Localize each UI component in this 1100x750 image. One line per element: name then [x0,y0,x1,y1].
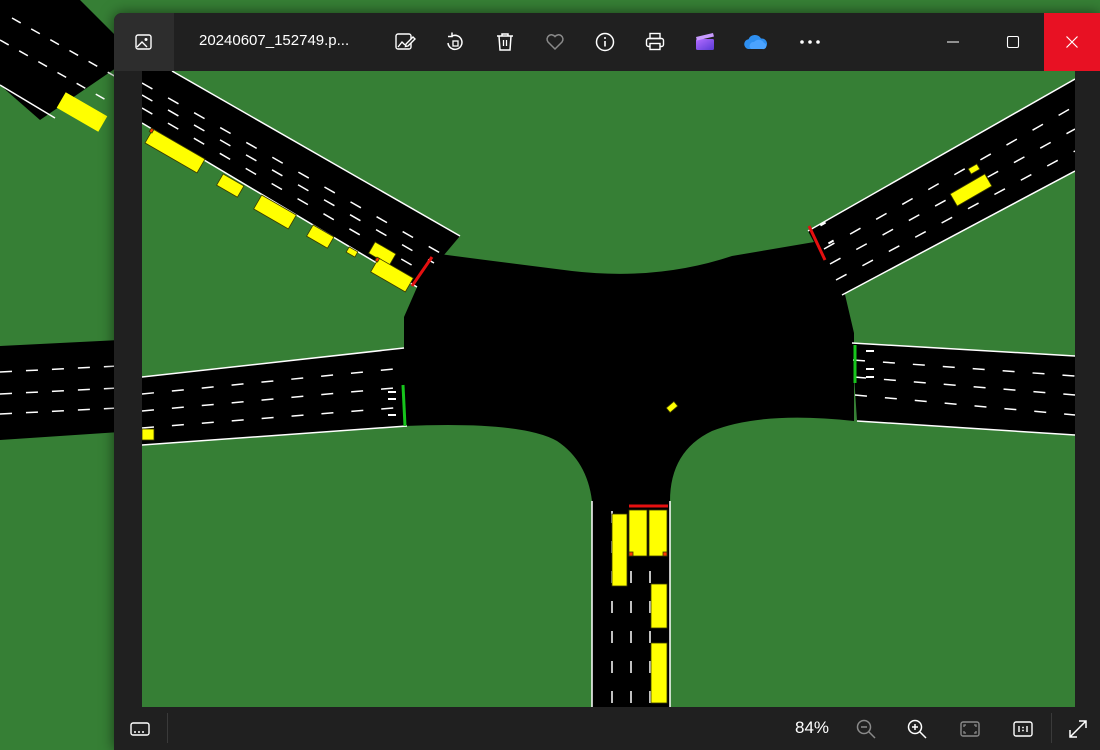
filmstrip-icon [130,722,150,736]
close-icon [1066,36,1078,48]
zoom-out-icon [856,719,876,739]
vehicle-car-south-4 [650,583,668,629]
road-east [852,343,1075,435]
minimize-button[interactable] [925,13,981,71]
more-icon [800,40,820,44]
more-options-button[interactable] [792,24,828,60]
maximize-button[interactable] [985,13,1041,71]
status-separator [1051,713,1052,743]
zoom-in-button[interactable] [899,712,935,746]
vehicle-car-west [142,428,155,441]
filmstrip-button[interactable] [122,712,158,746]
edit-image-icon [395,33,416,50]
heart-icon [546,34,564,51]
image-canvas[interactable] [142,71,1075,707]
background-road-west [0,340,120,440]
onedrive-button[interactable] [737,24,773,60]
zoom-in-icon [907,719,927,739]
file-name: 20240607_152749.p... [199,32,350,49]
rotate-button[interactable] [437,24,473,60]
printer-icon [645,32,665,51]
actual-size-button[interactable] [1005,712,1041,746]
print-button[interactable] [637,24,673,60]
vehicle-bus-south-5 [650,642,668,704]
actual-size-icon [1013,721,1033,737]
zoom-out-button[interactable] [848,712,884,746]
trash-icon [497,33,513,51]
title-bar: 20240607_152749.p... [114,13,1100,71]
info-icon [595,32,615,52]
vehicle-truck-south-2 [628,509,648,557]
signal-green-west [401,384,407,427]
fullscreen-button[interactable] [1060,712,1096,746]
fullscreen-icon [1069,720,1087,738]
rotate-icon [447,32,463,51]
close-button[interactable] [1044,13,1100,71]
photos-app-icon[interactable] [114,13,174,71]
favorite-button[interactable] [537,24,573,60]
cloud-icon [744,34,768,50]
fit-to-window-icon [960,721,980,737]
edit-image-button[interactable] [387,24,423,60]
status-bar: 84% [114,707,1100,750]
traffic-intersection-image [142,71,1075,707]
clipchamp-button[interactable] [687,24,723,60]
photos-viewer-window: 20240607_152749.p... 84% [114,13,1100,750]
status-separator [167,713,168,743]
fit-to-window-button[interactable] [952,712,988,746]
delete-button[interactable] [487,24,523,60]
vehicle-truck-south-3 [648,509,668,557]
vehicle-bus-south-1 [611,513,628,587]
image-icon [135,34,152,50]
maximize-icon [1006,35,1020,49]
file-info-button[interactable] [587,24,623,60]
zoom-level: 84% [794,718,830,737]
minimize-icon [947,41,959,43]
clipchamp-icon [696,33,714,50]
